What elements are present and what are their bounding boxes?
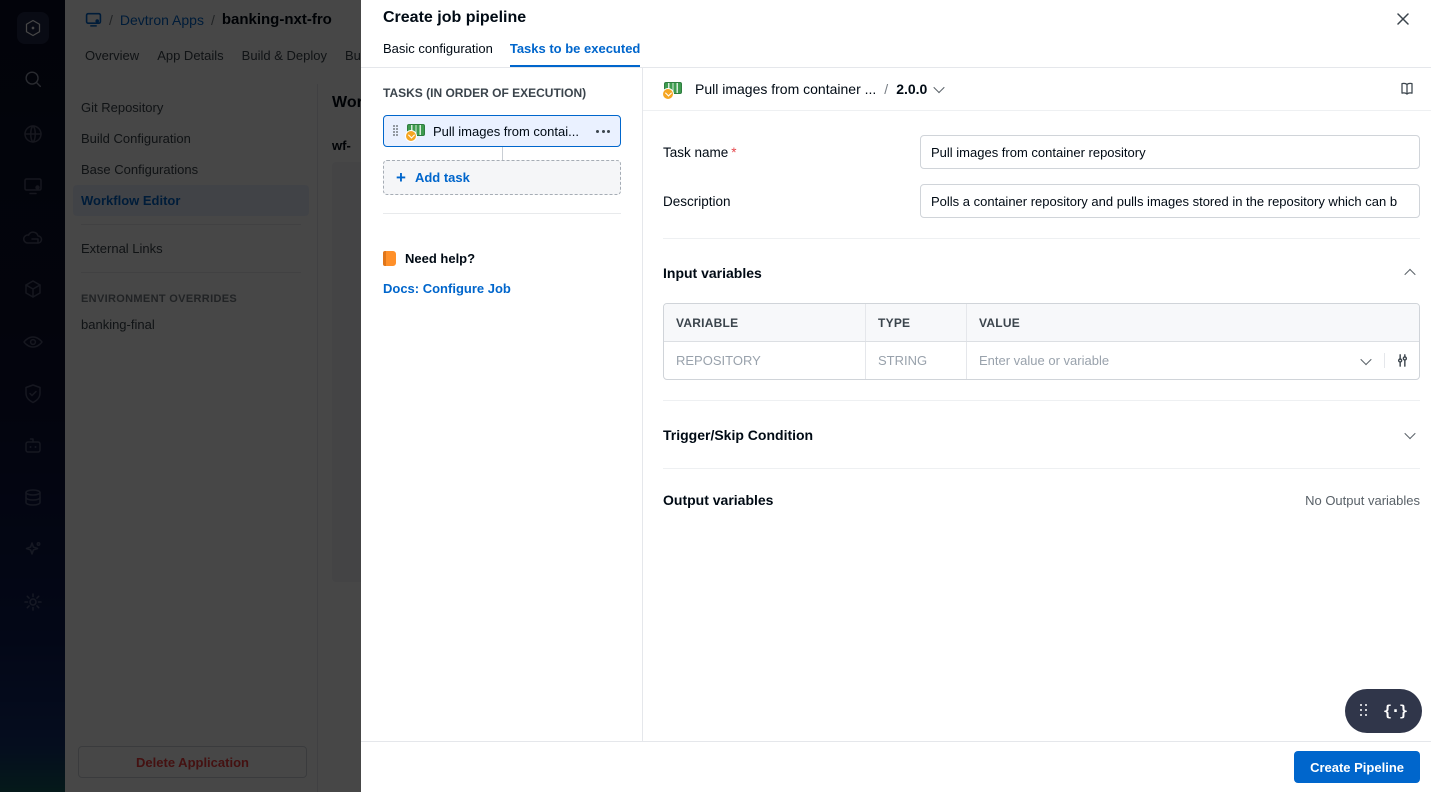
- container-pull-task-icon: [405, 121, 426, 142]
- table-header-row: VARIABLE TYPE VALUE: [664, 304, 1419, 342]
- input-variables-heading: Input variables: [663, 265, 762, 281]
- task-name-label: Task name *: [663, 144, 737, 160]
- tab-tasks-to-be-executed[interactable]: Tasks to be executed: [509, 39, 641, 67]
- task-detail-panel: Pull images from container ... / 2.0.0 T…: [643, 68, 1431, 741]
- variable-value-cell: Enter value or variable: [967, 342, 1419, 379]
- task-name-row: Task name *: [663, 135, 1420, 169]
- book-icon: [383, 251, 396, 266]
- output-variables-empty-text: No Output variables: [1305, 492, 1420, 508]
- plus-icon: +: [396, 168, 406, 187]
- column-header-value: VALUE: [979, 315, 1020, 330]
- add-task-button[interactable]: + Add task: [383, 160, 621, 195]
- drag-handle-icon[interactable]: [1359, 703, 1370, 719]
- drag-handle-icon[interactable]: [393, 125, 399, 137]
- task-detail-header: Pull images from container ... / 2.0.0: [643, 68, 1431, 111]
- create-job-pipeline-modal: Create job pipeline Basic configuration …: [361, 0, 1431, 792]
- task-name-input[interactable]: [920, 135, 1420, 169]
- add-task-label: Add task: [414, 170, 470, 185]
- task-detail-content: Task name* Description Input variables: [643, 111, 1431, 508]
- task-detail-title: Pull images from container ...: [695, 81, 877, 97]
- table-row: REPOSITORY STRING Enter value or variabl…: [664, 342, 1419, 379]
- description-label: Description: [663, 193, 731, 209]
- more-menu-icon[interactable]: [595, 127, 611, 136]
- container-pull-task-icon: [662, 79, 683, 100]
- modal-body: TASKS (IN ORDER OF EXECUTION) Pull image…: [361, 68, 1431, 741]
- floating-variables-widget[interactable]: {·}: [1345, 689, 1422, 733]
- format-options-button[interactable]: [1384, 353, 1419, 368]
- task-connector-line: [501, 147, 503, 160]
- sliders-icon: [1397, 354, 1407, 367]
- open-docs-book-icon[interactable]: [1397, 79, 1417, 99]
- task-list-item[interactable]: Pull images from contai...: [383, 115, 621, 147]
- tasks-panel-heading: TASKS (IN ORDER OF EXECUTION): [383, 86, 587, 100]
- description-row: Description: [663, 184, 1420, 218]
- variable-name-cell: REPOSITORY: [664, 342, 866, 379]
- collapse-chevron-up-icon[interactable]: [1400, 260, 1420, 286]
- need-help-label: Need help?: [405, 251, 476, 266]
- input-variables-table: VARIABLE TYPE VALUE REPOSITORY STRING En…: [663, 303, 1420, 380]
- tab-basic-configuration[interactable]: Basic configuration: [383, 39, 493, 67]
- title-version-separator: /: [884, 81, 889, 97]
- trigger-skip-header: Trigger/Skip Condition: [663, 422, 1420, 448]
- screen: / Devtron Apps / banking-nxt-fro Overvie…: [0, 0, 1431, 792]
- value-input[interactable]: Enter value or variable: [979, 353, 1362, 368]
- column-header-variable: VARIABLE: [664, 304, 866, 341]
- docs-configure-job-link[interactable]: Docs: Configure Job: [383, 281, 621, 296]
- code-braces-icon[interactable]: {·}: [1383, 702, 1408, 720]
- output-variables-row: Output variables No Output variables: [663, 492, 1420, 508]
- section-divider: [663, 400, 1420, 401]
- modal-footer: Create Pipeline: [361, 741, 1431, 792]
- description-input[interactable]: [920, 184, 1420, 218]
- input-variables-header: Input variables: [663, 260, 1420, 286]
- modal-tabs: Basic configuration Tasks to be executed: [383, 39, 641, 67]
- need-help-row: Need help?: [383, 251, 621, 266]
- panel-divider: [383, 213, 621, 214]
- create-pipeline-button[interactable]: Create Pipeline: [1294, 751, 1420, 783]
- value-dropdown-chevron-icon[interactable]: [1360, 353, 1372, 365]
- chevron-down-icon[interactable]: [933, 81, 945, 94]
- section-divider: [663, 238, 1420, 239]
- tasks-panel: TASKS (IN ORDER OF EXECUTION) Pull image…: [361, 68, 643, 741]
- required-asterisk: *: [731, 144, 737, 160]
- column-header-type: TYPE: [866, 304, 967, 341]
- task-version[interactable]: 2.0.0: [896, 81, 927, 97]
- expand-chevron-down-icon[interactable]: [1400, 422, 1420, 448]
- output-variables-heading: Output variables: [663, 492, 774, 508]
- task-item-label: Pull images from contai...: [433, 123, 579, 139]
- variable-type-cell: STRING: [866, 342, 967, 379]
- trigger-skip-heading: Trigger/Skip Condition: [663, 427, 814, 443]
- close-icon[interactable]: [1391, 7, 1415, 31]
- section-divider: [663, 468, 1420, 469]
- modal-title: Create job pipeline: [383, 9, 527, 26]
